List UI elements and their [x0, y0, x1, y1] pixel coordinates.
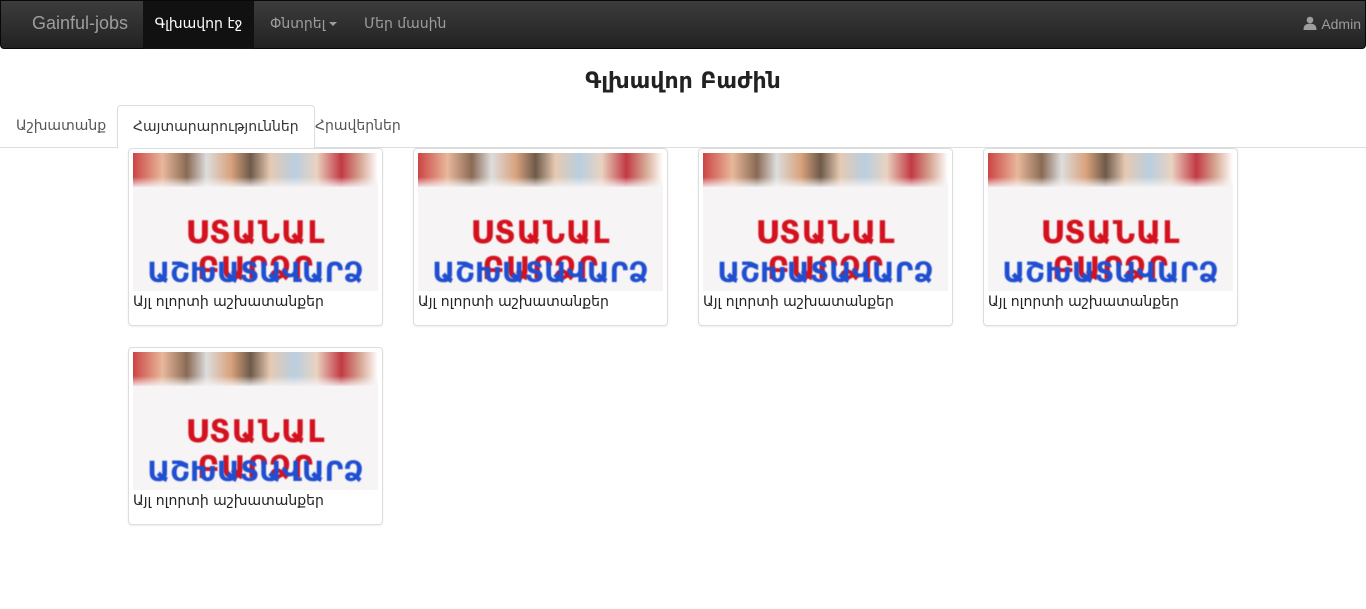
- job-card-image[interactable]: ՍՏԱՆԱԼ ԲԱՐՁՐ ԱՇԽԱՏԱՎԱՐՁ: [133, 153, 378, 291]
- job-card[interactable]: ՍՏԱՆԱԼ ԲԱՐՁՐ ԱՇԽԱՏԱՎԱՐՁ Այլ ոլորտի աշխատ…: [128, 148, 383, 326]
- job-card[interactable]: ՍՏԱՆԱԼ ԲԱՐՁՐ ԱՇԽԱՏԱՎԱՐՁ Այլ ոլորտի աշխատ…: [128, 347, 383, 525]
- banner-photo-strip: [418, 153, 663, 187]
- page-title: Գլխավոր Բաժին: [585, 69, 781, 94]
- banner-line2: ԱՇԽԱՏԱՎԱՐՁ: [147, 256, 364, 289]
- top-navbar: Gainful-jobs Գլխավոր էջ Փնտրել Մեր մասին…: [0, 0, 1366, 49]
- job-card-caption[interactable]: Այլ ոլորտի աշխատանքեր: [133, 493, 324, 509]
- banner-photo-strip: [133, 153, 378, 187]
- nav-home-label: Գլխավոր էջ: [154, 16, 243, 32]
- nav-search-label: Փնտրել: [270, 16, 326, 32]
- banner-line2: ԱՇԽԱՏԱՎԱՐՁ: [717, 256, 934, 289]
- job-card-caption[interactable]: Այլ ոլորտի աշխատանքեր: [418, 294, 609, 310]
- section-tabs: Աշխատանք Հայտարարություններ Հրավերներ: [0, 105, 1366, 149]
- job-card-image[interactable]: ՍՏԱՆԱԼ ԲԱՐՁՐ ԱՇԽԱՏԱՎԱՐՁ: [988, 153, 1233, 291]
- caret-down-icon: [329, 22, 338, 26]
- banner-line2: ԱՇԽԱՏԱՎԱՐՁ: [1002, 256, 1219, 289]
- brand-link[interactable]: Gainful-jobs: [32, 13, 128, 34]
- job-card-caption[interactable]: Այլ ոլորտի աշխատանքեր: [133, 294, 324, 310]
- job-card-caption[interactable]: Այլ ոլորտի աշխատանքեր: [703, 294, 894, 310]
- banner-photo-strip: [133, 352, 378, 386]
- banner-line2: ԱՇԽԱՏԱՎԱՐՁ: [432, 256, 649, 289]
- job-card-image[interactable]: ՍՏԱՆԱԼ ԲԱՐՁՐ ԱՇԽԱՏԱՎԱՐՁ: [703, 153, 948, 291]
- job-card-image[interactable]: ՍՏԱՆԱԼ ԲԱՐՁՐ ԱՇԽԱՏԱՎԱՐՁ: [418, 153, 663, 291]
- admin-user-menu[interactable]: Admin: [1303, 1, 1361, 49]
- nav-about-label: Մեր մասին: [364, 16, 447, 32]
- nav-about[interactable]: Մեր մասին: [364, 1, 446, 49]
- user-icon: [1303, 16, 1317, 30]
- nav-search-dropdown[interactable]: Փնտրել: [270, 1, 338, 49]
- tab-work[interactable]: Աշխատանք: [1, 105, 121, 148]
- job-card[interactable]: ՍՏԱՆԱԼ ԲԱՐՁՐ ԱՇԽԱՏԱՎԱՐՁ Այլ ոլորտի աշխատ…: [413, 148, 668, 326]
- job-card-caption[interactable]: Այլ ոլորտի աշխատանքեր: [988, 294, 1179, 310]
- banner-line2: ԱՇԽԱՏԱՎԱՐՁ: [147, 455, 364, 488]
- job-card[interactable]: ՍՏԱՆԱԼ ԲԱՐՁՐ ԱՇԽԱՏԱՎԱՐՁ Այլ ոլորտի աշխատ…: [983, 148, 1238, 326]
- tab-announcements-label: Հայտարարություններ: [133, 119, 299, 135]
- banner-photo-strip: [703, 153, 948, 187]
- tab-announcements[interactable]: Հայտարարություններ: [117, 105, 315, 149]
- tab-invitations[interactable]: Հրավերներ: [300, 105, 416, 148]
- tab-invitations-label: Հրավերներ: [315, 118, 401, 134]
- admin-label: Admin: [1321, 16, 1361, 32]
- job-card-image[interactable]: ՍՏԱՆԱԼ ԲԱՐՁՐ ԱՇԽԱՏԱՎԱՐՁ: [133, 352, 378, 490]
- job-card[interactable]: ՍՏԱՆԱԼ ԲԱՐՁՐ ԱՇԽԱՏԱՎԱՐՁ Այլ ոլորտի աշխատ…: [698, 148, 953, 326]
- banner-photo-strip: [988, 153, 1233, 187]
- nav-home[interactable]: Գլխավոր էջ: [143, 1, 254, 49]
- tab-work-label: Աշխատանք: [16, 118, 107, 134]
